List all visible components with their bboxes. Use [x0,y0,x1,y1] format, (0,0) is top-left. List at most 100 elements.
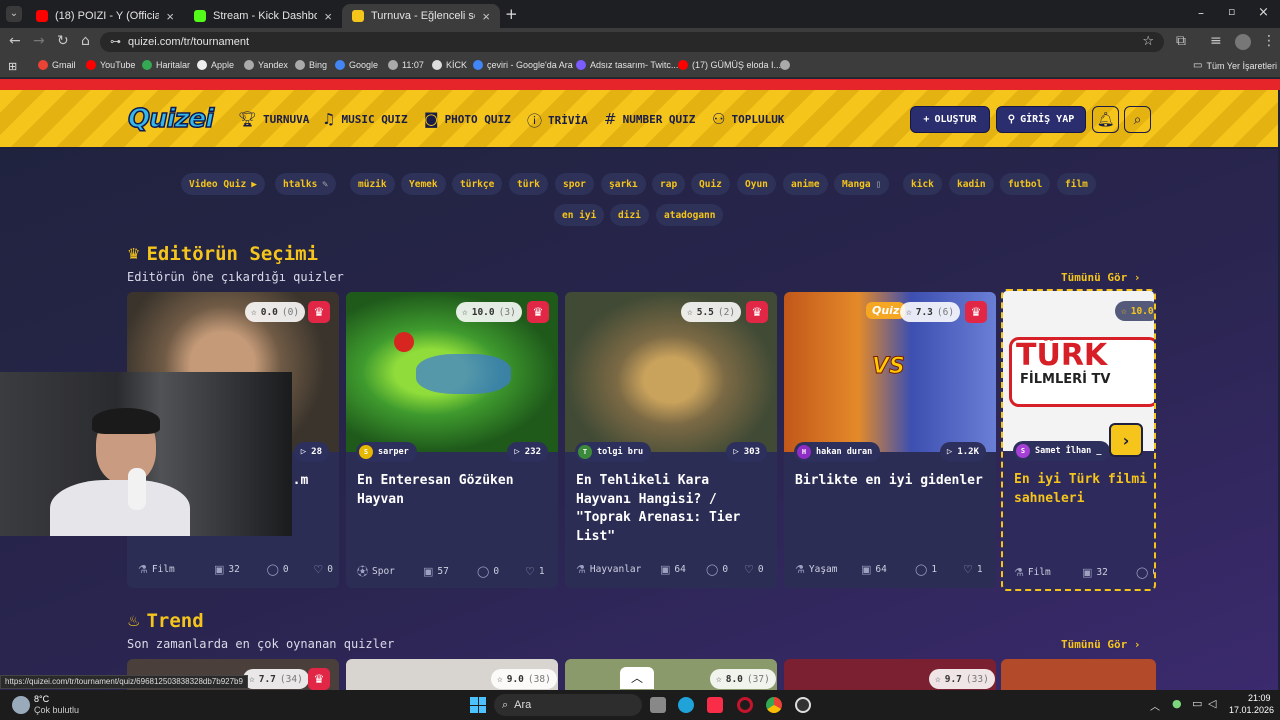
taskbar-search[interactable]: ⌕ Ara [494,694,642,716]
nav-photo-quiz[interactable]: ◙ PHOTO QUIZ [424,110,511,128]
network-tray-icon[interactable]: ▭ [1192,697,1202,710]
profile-avatar[interactable] [1235,34,1251,50]
reload-icon[interactable]: ↻ [57,33,69,49]
menu-icon[interactable]: ⋮ [1262,33,1276,49]
back-icon[interactable]: ← [9,33,21,49]
tag-turk[interactable]: türk [509,173,548,195]
tag-anime[interactable]: anime [783,173,828,195]
tab-close-icon[interactable]: × [166,9,174,24]
task-view-icon[interactable] [650,697,666,713]
bookmark-apple[interactable]: Apple [197,60,234,70]
bookmark-globe[interactable] [780,60,790,70]
nav-trivia[interactable]: ⓘ TRİVİA [527,110,588,131]
tab-close-icon[interactable]: × [482,9,490,24]
tag-dizi[interactable]: dizi [610,204,649,226]
tag-oyun[interactable]: Oyun [737,173,776,195]
quiz-card[interactable]: Quiz VS ☆ 7.3 (6) ♛ Hhakan duran ▷ 1.2K Bir… [784,292,996,588]
bookmark-gumus[interactable]: (17) GÜMÜŞ eloda I... [678,60,781,70]
bookmark-adsiz-tasarim[interactable]: Adsız tasarım- Twitc... [576,60,678,70]
minimize-icon[interactable]: – [1198,6,1204,20]
nav-turnuva[interactable]: 🏆︎ TURNUVA [238,110,309,128]
bookmark-haritalar[interactable]: Haritalar [142,60,190,70]
edge-icon[interactable] [678,697,694,713]
nav-number-quiz[interactable]: # NUMBER QUIZ [604,110,695,128]
author-badge[interactable]: S Samet İlhan _ [1013,441,1110,461]
trend-quiz-card[interactable]: ☆ 9.0 (38) [346,659,558,690]
browser-tab-quizei[interactable]: Turnuva - Eğlenceli seçimler ya × [342,4,500,28]
volume-tray-icon[interactable]: ◁ [1208,697,1216,710]
tag-muzik[interactable]: müzik [350,173,395,195]
tag-quiz[interactable]: Quiz [691,173,730,195]
frog-body [416,354,511,394]
tag-atadogann[interactable]: atadogann [656,204,724,226]
bookmark-yandex[interactable]: Yandex [244,60,288,70]
mic-tray-icon[interactable]: ● [1172,697,1182,710]
forward-icon[interactable]: → [33,33,45,49]
tag-manga[interactable]: Manga ▯ [834,173,890,195]
new-tab-icon[interactable]: + [505,5,518,23]
tab-list-chevron-icon[interactable]: ⌄ [6,6,22,22]
browser-tab-youtube[interactable]: (18) POIZI - Y (Official Music Vi × [26,4,184,28]
quiz-card[interactable]: ☆ 5.5 (2) ♛ Ttolgi bru ▷ 303 En Tehlikeli K… [565,292,777,588]
opera-icon[interactable] [737,697,753,713]
apps-icon[interactable]: ⊞ [8,60,17,73]
tag-kick[interactable]: kick [903,173,942,195]
tag-kadin[interactable]: kadin [949,173,994,195]
tag-futbol[interactable]: futbol [1000,173,1051,195]
tag-en-iyi[interactable]: en iyi [554,204,605,226]
nav-topluluk[interactable]: ⚇ TOPLULUK [712,110,784,128]
tag-htalks[interactable]: htalks ✎ [275,173,337,195]
editors-pick-see-all-link[interactable]: Tümünü Gör › [1061,271,1140,284]
start-windows-icon[interactable] [470,697,486,713]
tag-film[interactable]: film [1057,173,1096,195]
carousel-next-button[interactable]: › [1109,423,1143,457]
notification-bell-icon[interactable]: 🔔︎ [1092,106,1119,133]
create-button[interactable]: + OLUŞTUR [910,106,990,133]
close-window-icon[interactable]: × [1258,5,1269,20]
clock-time[interactable]: 21:09 [1248,693,1271,703]
tag-turkce[interactable]: türkçe [452,173,503,195]
site-info-icon[interactable]: ⊶ [110,35,121,48]
bookmark-youtube[interactable]: YouTube [86,60,135,70]
tag-video-quiz[interactable]: Video Quiz ▶ [181,173,265,195]
address-bar[interactable]: ⊶ quizei.com/tr/tournament ☆ [100,32,1164,52]
trend-see-all-link[interactable]: Tümünü Gör › [1061,638,1140,651]
bookmark-bing[interactable]: Bing [295,60,327,70]
author-badge[interactable]: Ttolgi bru [575,442,652,462]
search-icon[interactable]: ⌕ [1124,106,1151,133]
browser-tab-kick[interactable]: Stream - Kick Dashboard × [184,4,342,28]
tag-yemek[interactable]: Yemek [401,173,446,195]
music-app-icon[interactable] [707,697,723,713]
bookmark-kick[interactable]: KİCK [432,60,467,70]
scroll-up-chevron-icon[interactable]: ︿ [620,667,654,689]
login-button[interactable]: ⚲ GİRİŞ YAP [996,106,1086,133]
all-bookmarks[interactable]: ▭ Tüm Yer İşaretleri [1193,60,1277,71]
tab-close-icon[interactable]: × [324,9,332,24]
nav-music-quiz[interactable]: ♫ MUSIC QUIZ [322,110,408,128]
media-icon[interactable]: ≡ [1210,33,1222,49]
author-badge[interactable]: Hhakan duran [794,442,881,462]
bookmark-gmail[interactable]: Gmail [38,60,76,70]
bookmark-google[interactable]: Google [335,60,378,70]
obs-icon[interactable] [795,697,811,713]
tag-sarki[interactable]: şarkı [601,173,646,195]
trend-quiz-card[interactable]: ☆ 9.7 (33) [784,659,996,690]
quiz-card[interactable]: ☆ 10.0 (3) ♛ Ssarper ▷ 232 En Enteresan Göz… [346,292,558,588]
tag-spor[interactable]: spor [555,173,594,195]
author-badge[interactable]: Ssarper [356,442,417,462]
clock-date[interactable]: 17.01.2026 [1229,705,1274,715]
trend-quiz-card[interactable]: ☆ 8.0 (37) [565,659,777,690]
quizei-logo[interactable]: Quizei [127,103,215,135]
home-icon[interactable]: ⌂ [81,33,90,49]
maximize-icon[interactable]: ▫ [1228,5,1235,18]
tag-rap[interactable]: rap [652,173,686,195]
chrome-icon[interactable] [766,697,782,713]
rating-badge: ☆ 5.5 (2) [681,302,742,322]
weather-icon[interactable] [12,696,30,714]
trend-quiz-card[interactable] [1001,659,1156,690]
bookmark-ceviri[interactable]: çeviri - Google'da Ara [473,60,573,70]
extensions-icon[interactable]: ⧉ [1176,33,1186,49]
bookmark-1107[interactable]: 11:07 [388,60,424,70]
tray-chevron-icon[interactable]: ︿ [1150,698,1160,713]
bookmark-star-icon[interactable]: ☆ [1142,34,1154,49]
